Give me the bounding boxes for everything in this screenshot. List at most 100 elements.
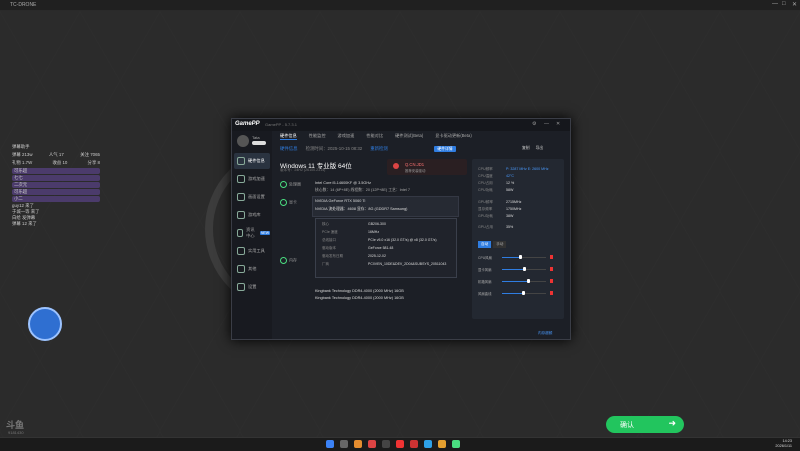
room-id: 9181430: [8, 430, 24, 435]
tab-driver[interactable]: 显卡驱动更新(Beta): [435, 133, 472, 140]
sidebar-item-settings[interactable]: 设置: [234, 279, 270, 295]
hardware-actions: 复制 导出: [522, 146, 543, 151]
gear-icon: [237, 283, 245, 291]
popup-value: GeForce 581.48: [368, 246, 394, 250]
fan-slider[interactable]: CPU风扇: [478, 255, 558, 261]
sidebar-item-label: 游戏库: [248, 212, 261, 217]
detect-time: 检测时间：2025-10-15 08:32: [305, 146, 363, 151]
sidebar-item-other[interactable]: 其他: [234, 261, 270, 277]
gpu-mem-label: 显存频率: [478, 207, 493, 211]
window-titlebar: TC-DRONE — □ ✕: [0, 0, 800, 11]
tab-monitor[interactable]: 性能监控: [309, 133, 326, 140]
stat: 分享 8: [87, 160, 100, 165]
slider-knob[interactable]: [523, 267, 526, 271]
slider-label: 机箱风扇: [478, 280, 492, 284]
copy-link[interactable]: 复制: [522, 146, 530, 151]
slider-fill: [502, 269, 524, 270]
sidebar-item-display[interactable]: 画面设置: [234, 189, 270, 205]
tab-test[interactable]: 硬件测试(Beta): [395, 133, 423, 140]
popup-key: 核心: [322, 222, 329, 226]
slider-knob[interactable]: [522, 291, 526, 295]
fan-auto-button[interactable]: 自动: [478, 241, 492, 248]
stat: 收益 10: [52, 160, 68, 165]
tab-boost[interactable]: 游戏加速: [338, 133, 355, 140]
folder-icon[interactable]: [438, 440, 446, 448]
chat-header: 弹幕助手: [12, 144, 30, 149]
slider-max-marker: [550, 291, 553, 295]
close-icon[interactable]: ✕: [556, 121, 560, 127]
tab-hardware[interactable]: 硬件信息: [280, 133, 297, 140]
fan-manual-button[interactable]: 手动: [493, 241, 507, 248]
tab-compare[interactable]: 性能对比: [366, 133, 383, 140]
avatar[interactable]: [237, 135, 249, 147]
slider-fill: [502, 281, 529, 282]
gpu-load-label: GPU占用: [478, 225, 493, 229]
section-cpu: 处理器: [280, 181, 301, 188]
cpu-icon: [280, 181, 287, 188]
gpu-power-label: GPU功耗: [478, 214, 493, 218]
hardware-detail-button[interactable]: 硬件详情: [434, 146, 456, 152]
new-badge: NEW: [259, 231, 270, 235]
sidebar-item-news[interactable]: 资讯中心 NEW: [234, 225, 270, 241]
close-icon[interactable]: ✕: [792, 1, 797, 8]
streamer-avatar[interactable]: [28, 307, 62, 341]
search-icon[interactable]: [340, 440, 348, 448]
fan-slider[interactable]: 风扇曲线: [478, 291, 558, 297]
redetect-link[interactable]: 重新检测: [370, 146, 388, 152]
maximize-icon[interactable]: □: [782, 1, 786, 7]
sidebar-item-hardware[interactable]: 硬件信息: [234, 153, 270, 169]
sidebar-item-boost[interactable]: 游戏加速: [234, 171, 270, 187]
window-title: TC-DRONE: [10, 2, 37, 8]
slider-label: CPU风扇: [478, 256, 492, 260]
app-icon[interactable]: [368, 440, 376, 448]
stream-stage: 弹幕助手 弹幕 213w 人气 17 关注 7065 礼物 1.7W 收益 10…: [0, 11, 800, 437]
start-icon[interactable]: [326, 440, 334, 448]
fan-slider[interactable]: 显卡风扇: [478, 267, 558, 273]
sidebar-item-tools[interactable]: 实用工具: [234, 243, 270, 259]
browser-icon[interactable]: [424, 440, 432, 448]
settings-icon[interactable]: ⚙: [532, 121, 536, 127]
cpu-power-label: CPU功耗: [478, 188, 493, 192]
confirm-label: 确认: [620, 421, 634, 429]
system-clock[interactable]: 14:23 2026/1/11: [775, 439, 792, 449]
minimize-icon[interactable]: —: [772, 1, 778, 7]
grid-icon: [237, 265, 245, 273]
sidebar-item-label: 画面设置: [248, 194, 265, 199]
confirm-button[interactable]: 确认 ➜: [606, 416, 684, 433]
os-version: 版本号：24H2 (26100.2314): [280, 168, 326, 172]
cpu-model: Intel Core i5-14600KF @ 3.5GHz: [315, 181, 371, 185]
stat: 人气 17: [48, 152, 64, 157]
slider-max-marker: [550, 279, 553, 283]
app-icon[interactable]: [382, 440, 390, 448]
cpu-load-value: 12 %: [506, 181, 515, 185]
gpu-icon: [280, 199, 287, 206]
slider-max-marker: [550, 267, 553, 271]
chat-line: 弹幕 12 来了: [12, 221, 37, 226]
section-label: 处理器: [289, 181, 301, 187]
gamepp-icon[interactable]: [452, 440, 460, 448]
sidebar-item-label: 资讯中心: [246, 227, 255, 238]
gamepp-window: GamePP GamePP - 5.7.3.1 ⚙ — ✕ Tata 硬件信息 …: [231, 118, 571, 340]
chat-line: 二次元: [12, 182, 100, 188]
app-icon[interactable]: [396, 440, 404, 448]
app-icon[interactable]: [354, 440, 362, 448]
app-icon[interactable]: [410, 440, 418, 448]
driver-alert[interactable]: Q.CN.JD1 推荐安装驱动: [387, 159, 467, 175]
slider-knob[interactable]: [527, 279, 531, 283]
popup-key: PCIe 速度: [322, 230, 338, 234]
sidebar-item-library[interactable]: 游戏库: [234, 207, 270, 223]
monitor-icon: [237, 193, 245, 201]
fan-slider[interactable]: 机箱风扇: [478, 279, 558, 285]
minimize-icon[interactable]: —: [544, 121, 549, 127]
popup-value: GB206-300: [368, 222, 386, 226]
cpu-cores: 核心数：14 (6P+8E) 线程数：20 (12P+8E) 工艺：Intel …: [315, 188, 410, 192]
slider-fill: [502, 293, 524, 294]
memory-oc-link[interactable]: 内存超频: [538, 331, 552, 336]
export-link[interactable]: 导出: [536, 146, 544, 151]
cpu-clock-label: CPU频率: [478, 167, 493, 171]
arrow-right-icon: ➜: [668, 418, 676, 428]
popup-key: 厂商: [322, 262, 329, 266]
clock-date: 2026/1/11: [775, 444, 792, 448]
section-memory: 内存: [280, 257, 297, 264]
cpu-clock-value: P: 3287 MHz E: 2600 MHz: [506, 167, 549, 171]
